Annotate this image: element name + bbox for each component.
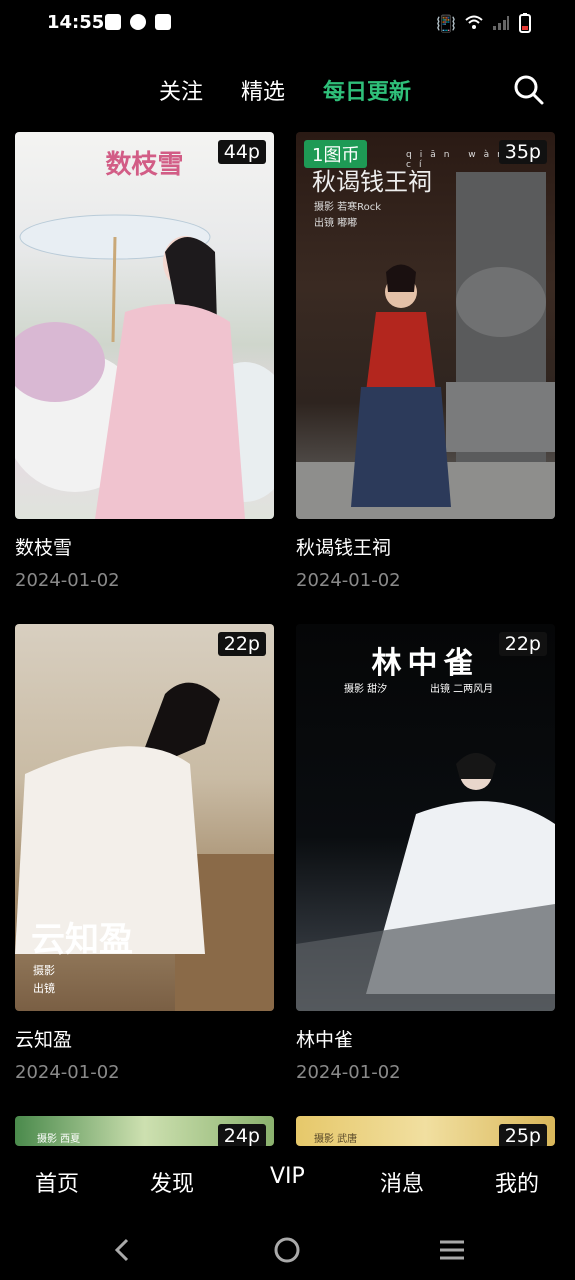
cover-credit: 摄影 西夏: [37, 1134, 81, 1145]
album-card[interactable]: 林中雀 摄影 甜汐 出镜 二两风月 22p 林中雀 2024-01-02: [296, 624, 555, 1083]
nav-vip[interactable]: VIP: [270, 1164, 305, 1189]
album-date: 2024-01-02: [296, 570, 401, 591]
tab-follow[interactable]: 关注: [159, 74, 203, 106]
status-time: 14:55: [47, 12, 105, 33]
status-bar: 14:55 📳: [0, 0, 575, 48]
nav-messages[interactable]: 消息: [380, 1166, 424, 1198]
photo-count-badge: 22p: [217, 632, 266, 656]
album-title[interactable]: 秋谒钱王祠: [296, 533, 555, 560]
tab-featured[interactable]: 精选: [241, 74, 285, 106]
album-title[interactable]: 林中雀: [296, 1025, 555, 1052]
album-card[interactable]: qiān wàng cí 秋谒钱王祠 摄影 若寒Rock 出镜 嘟嘟 1图币 3…: [296, 132, 555, 591]
album-cover[interactable]: 林中雀 摄影 甜汐 出镜 二两风月 22p: [296, 624, 555, 1011]
home-icon[interactable]: [273, 1236, 301, 1264]
wifi-icon: [465, 15, 483, 29]
alert-icon: [105, 14, 121, 30]
album-card[interactable]: 云知盈 摄影 出镜 22p 云知盈 2024-01-02: [15, 624, 274, 1083]
album-title[interactable]: 云知盈: [15, 1025, 274, 1052]
mail-icon: [155, 14, 171, 30]
search-icon[interactable]: [513, 74, 545, 106]
photo-count-badge: 22p: [498, 632, 547, 656]
back-icon[interactable]: [112, 1238, 132, 1262]
album-cover[interactable]: 摄影 武唐 25p: [296, 1116, 555, 1146]
album-cover[interactable]: 云知盈 摄影 出镜 22p: [15, 624, 274, 1011]
system-nav-bar: [0, 1230, 575, 1270]
album-cover[interactable]: 摄影 西夏 24p: [15, 1116, 274, 1146]
photo-count-badge: 35p: [498, 140, 547, 164]
album-title[interactable]: 数枝雪: [15, 533, 274, 560]
photo-count-badge: 24p: [217, 1124, 266, 1146]
menu-icon[interactable]: [438, 1239, 466, 1261]
coin-price-badge: 1图币: [304, 140, 368, 168]
photo-count-badge: 44p: [217, 140, 266, 164]
signal-icon: [493, 16, 509, 30]
photo-count-badge: 25p: [498, 1124, 547, 1146]
album-cover[interactable]: qiān wàng cí 秋谒钱王祠 摄影 若寒Rock 出镜 嘟嘟 1图币 3…: [296, 132, 555, 519]
top-tabs: 关注 精选 每日更新: [0, 70, 575, 112]
cover-credit: 出镜: [33, 982, 55, 995]
album-card[interactable]: 摄影 武唐 25p: [296, 1116, 555, 1146]
cover-illustration: [296, 753, 555, 1011]
album-card[interactable]: 数枝雪 44p 数枝雪 2024-01-02: [15, 132, 274, 591]
nav-mine[interactable]: 我的: [495, 1166, 539, 1198]
album-date: 2024-01-02: [15, 1062, 120, 1083]
cover-illustration: [15, 214, 274, 519]
album-date: 2024-01-02: [15, 570, 120, 591]
nav-discover[interactable]: 发现: [150, 1166, 194, 1198]
album-date: 2024-01-02: [296, 1062, 401, 1083]
battery-icon: [519, 13, 531, 33]
cover-credit: 摄影 武唐: [314, 1134, 358, 1145]
cover-credit: 摄影: [33, 964, 55, 977]
album-cover[interactable]: 数枝雪 44p: [15, 132, 274, 519]
nav-home[interactable]: 首页: [35, 1166, 79, 1198]
vibrate-icon: 📳: [436, 13, 456, 33]
timer-icon: [130, 14, 146, 30]
cover-title: 云知盈: [31, 920, 133, 960]
cover-illustration: [296, 172, 555, 519]
tab-daily-update[interactable]: 每日更新: [323, 74, 411, 106]
album-card[interactable]: 摄影 西夏 24p: [15, 1116, 274, 1146]
